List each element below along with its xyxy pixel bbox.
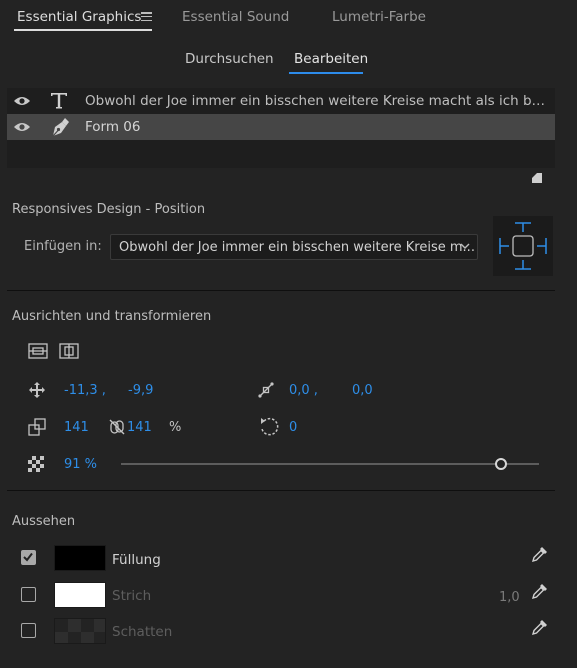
fill-color-swatch[interactable] [54,545,106,571]
section-divider [7,490,555,491]
opacity-value[interactable]: 91 % [64,457,97,472]
unlink-aspect-icon[interactable] [108,418,126,436]
scale-height-value[interactable]: 141 [127,420,152,435]
position-x-value[interactable]: -11,3 , [64,383,106,398]
pin-position-widget[interactable] [493,216,553,276]
layer-name: Form 06 [85,119,141,135]
opacity-slider-thumb[interactable] [495,458,508,470]
section-title-align: Ausrichten und transformieren [12,309,212,324]
layer-list: Obwohl der Joe immer ein bisschen weiter… [7,88,555,168]
section-divider [7,290,555,291]
scale-unit-label: % [169,420,182,435]
eye-icon[interactable] [13,121,31,133]
tab-lumetri[interactable]: Lumetri-Farbe [332,9,426,25]
text-layer-icon [51,93,67,109]
position-y-value[interactable]: -9,9 [128,383,153,398]
anchor-point-icon [258,382,274,398]
section-title-appearance: Aussehen [12,514,76,529]
subtab-browse[interactable]: Durchsuchen [185,51,274,67]
anchor-y-value[interactable]: 0,0 [352,383,373,398]
align-horizontal-center-icon[interactable] [28,343,48,359]
subtab-edit[interactable]: Bearbeiten [294,51,368,67]
scale-icon [28,418,46,436]
fill-label: Füllung [112,552,161,568]
tab-essential-graphics[interactable]: Essential Graphics [17,9,141,25]
eyedropper-icon[interactable] [531,582,549,600]
rotation-icon [261,417,279,436]
checkmark-icon [23,552,33,562]
active-subtab-underline [289,72,363,74]
pin-to-value: Obwohl der Joe immer ein bisschen weiter… [119,240,475,255]
panel-tab-bar: Essential Graphics Essential Sound Lumet… [0,0,577,40]
pin-edges-icon[interactable] [493,216,553,276]
panel-menu-icon[interactable] [141,12,152,22]
panel-content: Durchsuchen Bearbeiten Obwohl der Joe im… [0,40,577,668]
anchor-x-value[interactable]: 0,0 , [289,383,318,398]
shadow-label: Schatten [112,624,173,640]
pin-to-label: Einfügen in: [24,239,102,254]
pin-to-dropdown[interactable]: Obwohl der Joe immer ein bisschen weiter… [110,234,478,260]
chevron-down-icon [460,243,470,249]
eyedropper-icon[interactable] [531,545,549,563]
scale-width-value[interactable]: 141 [64,420,89,435]
shadow-color-swatch[interactable] [54,618,106,644]
layer-row-text[interactable]: Obwohl der Joe immer ein bisschen weiter… [7,88,555,114]
pen-tool-icon [52,118,69,137]
eye-icon[interactable] [13,95,31,107]
position-move-icon [29,382,45,398]
stroke-color-swatch[interactable] [54,582,106,608]
rotation-value[interactable]: 0 [289,420,297,435]
opacity-checker-icon [28,456,44,472]
stroke-label: Strich [112,588,152,604]
layer-name: Obwohl der Joe immer ein bisschen weiter… [85,93,547,109]
section-title-responsive: Responsives Design - Position [12,202,206,217]
active-tab-underline [14,29,152,31]
layer-row-shape[interactable]: Form 06 [7,114,555,140]
eyedropper-icon[interactable] [531,618,549,636]
stroke-width-value[interactable]: 1,0 [499,590,520,605]
new-layer-icon[interactable] [530,171,544,185]
opacity-slider-track[interactable] [121,463,539,465]
fill-checkbox[interactable] [21,550,36,565]
shadow-checkbox[interactable] [21,623,36,638]
stroke-checkbox[interactable] [21,587,36,602]
align-vertical-center-icon[interactable] [59,343,79,359]
tab-essential-sound[interactable]: Essential Sound [182,9,289,25]
